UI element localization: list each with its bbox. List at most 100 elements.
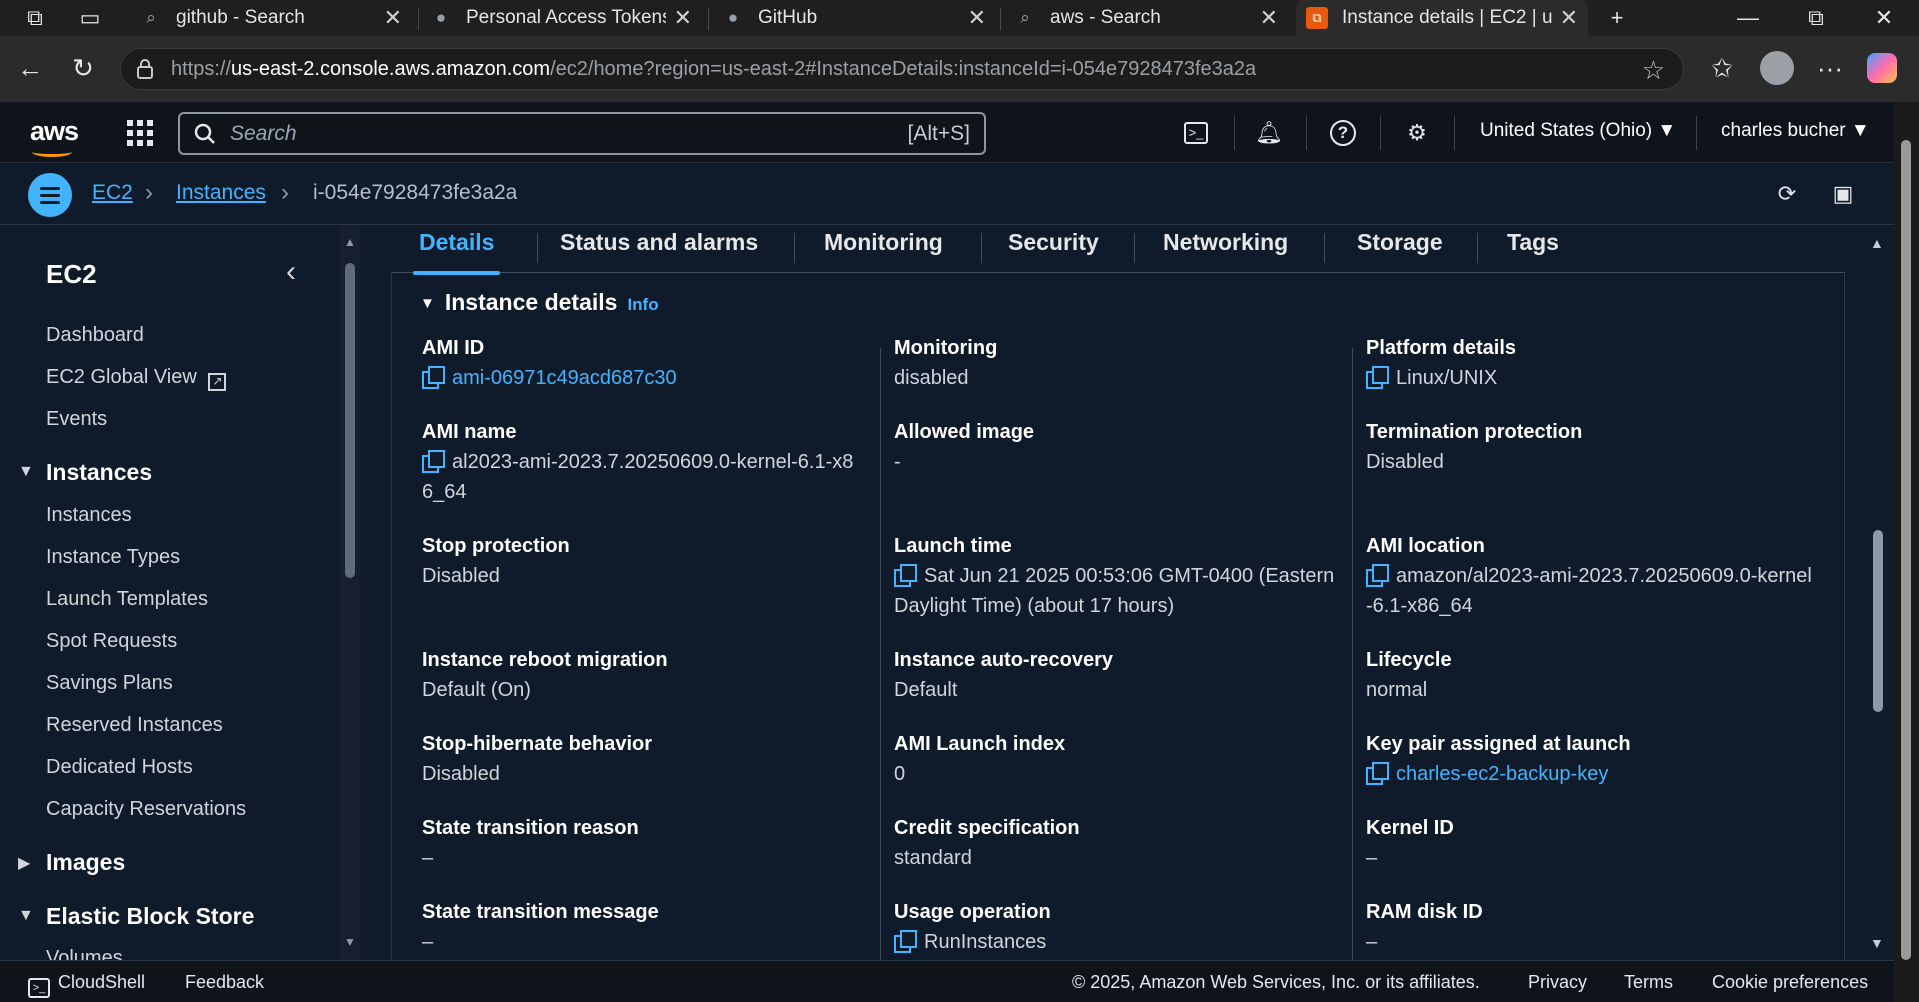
sidebar-item-capacity-reservations[interactable]: Capacity Reservations xyxy=(46,798,246,821)
tab-title: github - Search xyxy=(176,7,305,28)
copilot-icon[interactable] xyxy=(1862,48,1902,88)
back-button[interactable]: ← xyxy=(10,48,50,88)
tab-networking[interactable]: Networking xyxy=(1157,229,1294,273)
copy-icon[interactable] xyxy=(1366,366,1389,389)
field-allowed-image: Allowed image - xyxy=(894,421,1035,473)
help-icon[interactable]: ? xyxy=(1326,116,1360,150)
search-icon: ⌕ xyxy=(1020,8,1030,27)
feedback-link[interactable]: Feedback xyxy=(185,972,264,993)
field-platform-details: Platform details Linux/UNIX xyxy=(1366,337,1517,389)
caret-down-icon[interactable]: ▼ xyxy=(18,907,34,925)
tab-status-and-alarms[interactable]: Status and alarms xyxy=(554,229,764,273)
instance-details-panel: ▼ Instance details Info AMI ID ami-06971c4… xyxy=(391,273,1845,960)
page-scrollbar[interactable] xyxy=(1894,102,1919,1002)
copy-icon[interactable] xyxy=(894,930,917,953)
copy-icon[interactable] xyxy=(422,450,445,473)
privacy-link[interactable]: Privacy xyxy=(1528,972,1587,993)
sidebar-scrollbar[interactable]: ▲ ▼ xyxy=(340,225,360,960)
sidebar-item-ec2-global-view[interactable]: EC2 Global View ↗ xyxy=(46,366,227,391)
cookie-preferences-link[interactable]: Cookie preferences xyxy=(1712,972,1868,993)
sidebar-item-launch-templates[interactable]: Launch Templates xyxy=(46,588,208,611)
key-pair-link[interactable]: charles-ec2-backup-key xyxy=(1366,759,1816,789)
browser-tab-github[interactable]: ● GitHub ✕ xyxy=(712,0,996,36)
menu-toggle-button[interactable] xyxy=(28,173,72,217)
address-bar[interactable]: https://us-east-2.console.aws.amazon.com… xyxy=(120,48,1684,90)
github-icon: ● xyxy=(435,8,447,27)
info-link[interactable]: Info xyxy=(627,295,658,314)
sidebar-item-spot-requests[interactable]: Spot Requests xyxy=(46,630,177,653)
aws-icon: ⧉ xyxy=(1306,7,1328,29)
tab-details[interactable]: Details xyxy=(413,229,501,275)
tab-title: Personal Access Tokens (C xyxy=(466,7,666,28)
console-search-input[interactable]: Search [Alt+S] xyxy=(178,112,986,155)
sidebar-section-elastic-block-store[interactable]: Elastic Block Store xyxy=(46,903,254,930)
chevron-right-icon: › xyxy=(281,179,289,206)
close-icon[interactable]: ✕ xyxy=(968,5,986,31)
services-grid-icon[interactable] xyxy=(127,120,153,146)
cloudshell-button[interactable]: >_ CloudShell xyxy=(28,972,145,998)
aws-logo[interactable]: aws xyxy=(30,116,79,157)
field-monitoring: Monitoring disabled xyxy=(894,337,998,389)
browser-tab-aws-search[interactable]: ⌕ aws - Search ✕ xyxy=(1004,0,1288,36)
terms-link[interactable]: Terms xyxy=(1624,972,1673,993)
breadcrumb-instances[interactable]: Instances xyxy=(176,181,266,205)
sidebar-item-instances[interactable]: Instances xyxy=(46,504,132,527)
window-close-button[interactable]: ✕ xyxy=(1854,0,1914,36)
sidebar-item-events[interactable]: Events xyxy=(46,408,107,431)
minimize-button[interactable]: — xyxy=(1718,0,1778,36)
more-menu-icon[interactable]: ··· xyxy=(1810,48,1850,88)
sidebar-section-images[interactable]: Images xyxy=(46,849,125,876)
close-icon[interactable]: ✕ xyxy=(1260,5,1278,31)
content-scrollbar[interactable]: ▲ ▼ xyxy=(1864,225,1890,960)
restore-button[interactable]: ⧉ xyxy=(1786,0,1846,36)
sidebar-section-instances[interactable]: Instances xyxy=(46,459,152,486)
copy-icon[interactable] xyxy=(422,366,445,389)
sidebar-item-volumes[interactable]: Volumes xyxy=(46,947,123,960)
browser-tab-github-search[interactable]: ⌕ github - Search ✕ xyxy=(130,0,412,36)
caret-right-icon[interactable]: ▶ xyxy=(18,853,30,873)
profile-avatar[interactable] xyxy=(1757,48,1797,88)
account-menu[interactable]: charles bucher ▼ xyxy=(1721,120,1870,142)
sidebar-item-dedicated-hosts[interactable]: Dedicated Hosts xyxy=(46,756,193,779)
section-header-instance-details[interactable]: ▼ Instance details Info xyxy=(420,289,659,316)
copy-icon[interactable] xyxy=(1366,762,1389,785)
screen-share-icon[interactable]: ▣ xyxy=(1826,177,1860,211)
browser-tab-personal-access-tokens[interactable]: ● Personal Access Tokens (C ✕ xyxy=(420,0,702,36)
tab-security[interactable]: Security xyxy=(1002,229,1105,273)
cloudshell-icon[interactable]: >_ xyxy=(1179,116,1213,150)
field-ami-location: AMI location amazon/al2023-ami-2023.7.20… xyxy=(1366,535,1812,617)
field-instance-reboot-migration: Instance reboot migration Default (On) xyxy=(422,649,668,701)
close-icon[interactable]: ✕ xyxy=(384,5,402,31)
browser-toolbar: ← ↻ https://us-east-2.console.aws.amazon… xyxy=(0,36,1919,102)
field-instance-auto-recovery: Instance auto-recovery Default xyxy=(894,649,1113,701)
field-state-transition-reason: State transition reason – xyxy=(422,817,639,869)
search-shortcut: [Alt+S] xyxy=(907,121,970,145)
caret-down-icon[interactable]: ▼ xyxy=(18,463,34,481)
close-icon[interactable]: ✕ xyxy=(1560,5,1578,31)
settings-gear-icon[interactable]: ⚙ xyxy=(1400,116,1434,150)
copy-icon[interactable] xyxy=(894,564,917,587)
sidebar-item-reserved-instances[interactable]: Reserved Instances xyxy=(46,714,223,737)
close-icon[interactable]: ✕ xyxy=(674,5,692,31)
tab-storage[interactable]: Storage xyxy=(1351,229,1449,273)
collapse-sidebar-icon[interactable]: ‹ xyxy=(286,255,296,289)
field-stop-hibernate-behavior: Stop-hibernate behavior Disabled xyxy=(422,733,653,785)
browser-tab-instance-details[interactable]: ⧉ Instance details | EC2 | us ✕ xyxy=(1296,0,1588,36)
tab-monitoring[interactable]: Monitoring xyxy=(818,229,949,273)
sidebar-item-instance-types[interactable]: Instance Types xyxy=(46,546,180,569)
tab-actions-icon[interactable]: ▭ xyxy=(60,0,120,36)
region-selector[interactable]: United States (Ohio) ▼ xyxy=(1480,120,1676,142)
reload-button[interactable]: ↻ xyxy=(63,48,103,88)
tab-tags[interactable]: Tags xyxy=(1501,229,1565,273)
ami-id-link[interactable]: ami-06971c49acd687c30 xyxy=(422,363,872,393)
refresh-cycle-icon[interactable]: ⟳ xyxy=(1770,177,1804,211)
sidebar-item-savings-plans[interactable]: Savings Plans xyxy=(46,672,173,695)
sidebar-item-dashboard[interactable]: Dashboard xyxy=(46,324,144,347)
sidebar-title: EC2 xyxy=(46,259,97,289)
new-tab-button[interactable]: + xyxy=(1587,0,1647,36)
notifications-bell-icon[interactable]: 🔔︎ xyxy=(1252,116,1286,150)
copy-icon[interactable] xyxy=(1366,564,1389,587)
breadcrumb-ec2[interactable]: EC2 xyxy=(92,181,133,205)
favorite-star-icon[interactable]: ☆ xyxy=(1642,55,1665,86)
favorites-icon[interactable]: ✩ xyxy=(1702,48,1742,88)
